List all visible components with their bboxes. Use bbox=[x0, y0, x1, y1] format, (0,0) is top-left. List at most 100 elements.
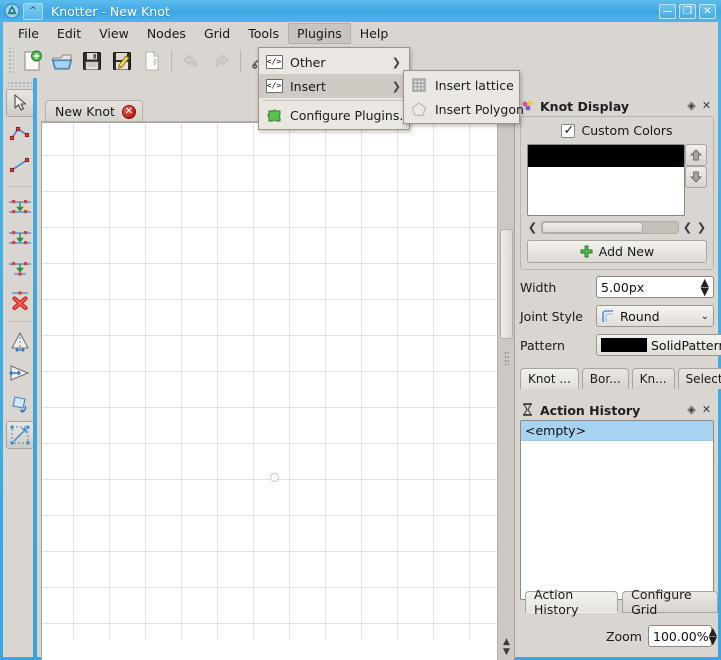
menu-item-configure-plugins-label: Configure Plugins... bbox=[290, 107, 412, 123]
menu-item-insert[interactable]: </> Insert ❯ bbox=[259, 74, 409, 98]
application-window: ^ Knotter - New Knot — ❐ ✕ File Edit Vie… bbox=[0, 0, 721, 660]
menu-file[interactable]: File bbox=[9, 23, 48, 44]
merge-nodes-tool[interactable] bbox=[6, 193, 34, 221]
flip-horizontal-icon bbox=[9, 365, 30, 381]
redo-button[interactable] bbox=[206, 47, 236, 75]
scroll-left-icon[interactable]: ❮ bbox=[527, 221, 538, 234]
menu-tools[interactable]: Tools bbox=[239, 23, 288, 44]
action-history-list[interactable]: <empty> bbox=[520, 420, 714, 600]
vertical-scroll-arrows[interactable]: ▲ ▼ bbox=[499, 630, 514, 660]
menu-grid[interactable]: Grid bbox=[195, 23, 239, 44]
round-joint-icon bbox=[602, 309, 613, 322]
joint-style-select[interactable]: Round ⌄ bbox=[596, 305, 714, 327]
menu-nodes[interactable]: Nodes bbox=[138, 23, 195, 44]
join-nodes-tool[interactable] bbox=[6, 224, 34, 252]
minimize-button[interactable]: — bbox=[659, 3, 676, 19]
stepper-arrows-icon[interactable]: ▲ ▼ bbox=[701, 277, 709, 297]
zoom-stepper-arrows-icon[interactable]: ▲ ▼ bbox=[709, 626, 717, 646]
action-history-panel: Action History ◈ ✕ <empty> bbox=[520, 400, 714, 600]
close-button[interactable]: ✕ bbox=[699, 3, 716, 19]
menu-help[interactable]: Help bbox=[351, 23, 398, 44]
window-menu-button[interactable]: ^ bbox=[23, 2, 43, 20]
tools-separator-1 bbox=[8, 186, 32, 187]
tab-knot-2[interactable]: Kn... bbox=[631, 368, 675, 389]
zoom-stepper[interactable]: 100.00% ▲ ▼ bbox=[648, 625, 717, 647]
width-label: Width bbox=[520, 279, 557, 295]
knot-canvas[interactable] bbox=[42, 123, 497, 639]
open-file-button[interactable] bbox=[47, 47, 77, 75]
menu-item-configure-plugins[interactable]: Configure Plugins... bbox=[259, 103, 412, 127]
rotate-tool[interactable] bbox=[6, 390, 34, 418]
delete-node-tool[interactable] bbox=[6, 286, 34, 314]
menu-plugins[interactable]: Plugins bbox=[287, 22, 351, 44]
color-scroll-track[interactable] bbox=[541, 220, 679, 234]
move-up-button[interactable] bbox=[685, 144, 707, 166]
flip-tool[interactable] bbox=[6, 359, 34, 387]
color-swatch-black[interactable] bbox=[528, 145, 684, 167]
color-list-scrollbar[interactable]: ❮ ❮ ❯ bbox=[527, 220, 707, 234]
move-down-button[interactable] bbox=[685, 166, 707, 188]
undo-button[interactable] bbox=[176, 47, 206, 75]
mirror-tool[interactable] bbox=[6, 328, 34, 356]
scroll-left-icon-2[interactable]: ❮ bbox=[682, 221, 693, 234]
export-button[interactable] bbox=[137, 47, 167, 75]
maximize-button[interactable]: ❐ bbox=[679, 3, 696, 19]
scroll-up-icon[interactable]: ▲ bbox=[503, 637, 510, 647]
tab-configure-grid[interactable]: Configure Grid bbox=[622, 587, 718, 617]
color-scroll-thumb[interactable] bbox=[542, 221, 643, 233]
chevron-down-icon[interactable]: ⌄ bbox=[701, 311, 709, 322]
tools-toolbar bbox=[3, 78, 37, 657]
close-icon[interactable]: ✕ bbox=[699, 99, 714, 114]
width-stepper[interactable]: 5.00px ▲ ▼ bbox=[596, 276, 714, 298]
close-icon[interactable]: ✕ bbox=[121, 104, 136, 119]
menu-item-insert-polygon[interactable]: Insert Polygon bbox=[404, 97, 524, 121]
float-icon[interactable]: ◈ bbox=[684, 99, 699, 114]
merge-nodes-icon bbox=[9, 200, 31, 214]
tab-action-history[interactable]: Action History bbox=[525, 587, 619, 617]
vertical-scroll-thumb[interactable] bbox=[500, 229, 513, 339]
document-tab-new-knot[interactable]: New Knot ✕ bbox=[45, 100, 143, 122]
menu-item-insert-lattice[interactable]: Insert lattice bbox=[404, 73, 519, 97]
tab-knot[interactable]: Knot ... bbox=[520, 368, 579, 389]
menu-edit[interactable]: Edit bbox=[48, 23, 90, 44]
custom-colors-checkbox[interactable] bbox=[561, 123, 576, 138]
tools-toolbar-grip[interactable] bbox=[8, 80, 32, 87]
scale-tool[interactable] bbox=[6, 421, 34, 449]
canvas-frame: ▲ ▼ ❮ ❮ ❯ bbox=[41, 122, 515, 660]
float-icon-2[interactable]: ◈ bbox=[684, 403, 699, 418]
tools-separator-2 bbox=[8, 321, 32, 322]
list-item[interactable]: <empty> bbox=[521, 421, 713, 441]
save-as-button[interactable] bbox=[107, 47, 137, 75]
menu-item-other[interactable]: </> Other ❯ bbox=[259, 50, 409, 74]
origin-marker bbox=[270, 473, 279, 482]
knot-display-panel: Knot Display ◈ ✕ Custom Colors bbox=[520, 96, 721, 357]
chevron-right-icon-2: ❯ bbox=[391, 79, 401, 93]
tab-selection[interactable]: Selectio... bbox=[677, 368, 721, 389]
delete-red-x-icon bbox=[12, 291, 28, 311]
pattern-select[interactable]: SolidPatterr ⌄ bbox=[596, 334, 721, 356]
knot-display-title-bar: Knot Display ◈ ✕ bbox=[520, 96, 714, 116]
tab-border[interactable]: Bor... bbox=[581, 368, 629, 389]
canvas-vertical-scrollbar[interactable]: ▲ ▼ bbox=[497, 123, 514, 660]
add-new-button[interactable]: Add New bbox=[527, 240, 707, 263]
close-icon-2[interactable]: ✕ bbox=[699, 403, 714, 418]
menu-view[interactable]: View bbox=[90, 23, 138, 44]
custom-colors-row[interactable]: Custom Colors bbox=[527, 123, 707, 138]
window-controls: — ❐ ✕ bbox=[659, 3, 716, 19]
color-list[interactable] bbox=[527, 144, 685, 216]
polyline-tool[interactable] bbox=[6, 120, 34, 148]
toolbar-grip[interactable] bbox=[7, 48, 14, 74]
mirror-vertical-icon bbox=[11, 331, 29, 353]
collapse-nodes-tool[interactable] bbox=[6, 255, 34, 283]
scroll-down-icon[interactable]: ▼ bbox=[503, 647, 510, 657]
line-tool[interactable] bbox=[6, 151, 34, 179]
select-tool[interactable] bbox=[6, 89, 34, 117]
scroll-right-icon[interactable]: ❯ bbox=[696, 221, 707, 234]
rotate-icon bbox=[12, 396, 27, 413]
new-file-button[interactable] bbox=[17, 47, 47, 75]
scale-transform-icon bbox=[10, 425, 30, 445]
scroll-grip-dots bbox=[504, 351, 509, 365]
custom-colors-label: Custom Colors bbox=[581, 123, 673, 138]
save-button[interactable] bbox=[77, 47, 107, 75]
joint-style-label: Joint Style bbox=[520, 308, 584, 324]
